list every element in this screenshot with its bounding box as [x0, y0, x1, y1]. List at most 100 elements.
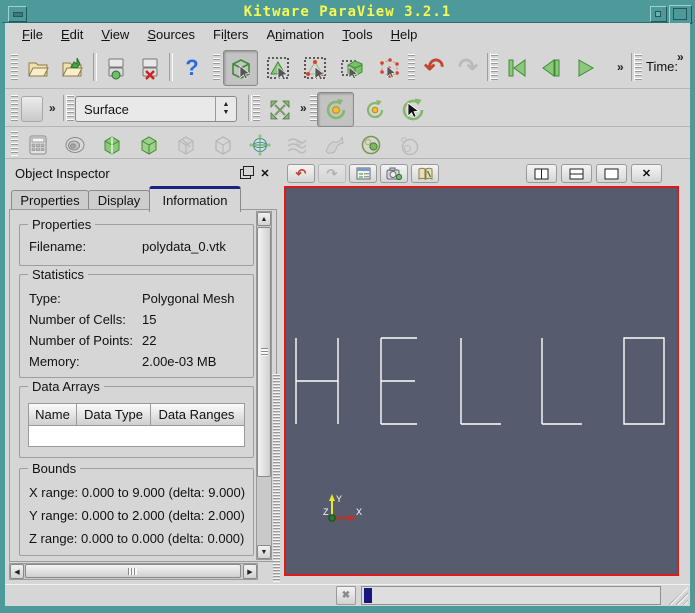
toolbar-grip[interactable]	[213, 54, 220, 81]
tab-properties[interactable]: Properties	[11, 190, 89, 210]
dock-close-button[interactable]: ✕	[257, 166, 273, 181]
toolbar-grip[interactable]	[310, 95, 317, 121]
camera-overflow-chevron[interactable]: »	[300, 101, 307, 115]
menu-tools[interactable]: Tools	[333, 25, 381, 44]
select-surface-cells-button[interactable]	[223, 50, 258, 86]
column-name[interactable]: Name	[29, 404, 77, 425]
menu-help[interactable]: Help	[382, 25, 427, 44]
y-range-row: Y range: 0.000 to 2.000 (delta: 2.000)	[29, 508, 245, 523]
toolbar-grip[interactable]	[67, 95, 74, 121]
split-view-horizontal-button[interactable]	[526, 164, 557, 183]
first-frame-icon	[505, 56, 529, 80]
contour-filter-button[interactable]	[59, 129, 91, 160]
ungroup-datasets-button[interactable]	[392, 129, 424, 160]
window-maximize-button[interactable]	[669, 5, 692, 24]
x-range-row: X range: 0.000 to 9.000 (delta: 9.000)	[29, 485, 245, 500]
render-viewport[interactable]: HELLO	[284, 186, 679, 576]
select-points-through-button[interactable]	[371, 50, 406, 86]
redo-icon: ↷	[458, 56, 478, 80]
menu-sources[interactable]: Sources	[138, 25, 204, 44]
column-data-ranges[interactable]: Data Ranges	[151, 404, 242, 425]
abort-progress-button[interactable]: ✖	[336, 586, 356, 605]
play-button[interactable]	[568, 51, 602, 85]
select-cells-on-button[interactable]	[260, 50, 295, 86]
toolbar-grip[interactable]	[253, 95, 260, 121]
toolbar-grip[interactable]	[635, 54, 642, 81]
clip-filter-button[interactable]	[96, 129, 128, 160]
dock-splitter-handle[interactable]	[273, 374, 280, 582]
camera-redo-button[interactable]: ↷	[318, 164, 346, 183]
undo-button[interactable]: ↶	[417, 51, 451, 85]
select-points-on-button[interactable]	[297, 50, 332, 86]
dock-float-button[interactable]	[237, 166, 253, 181]
select-cells-through-button[interactable]	[334, 50, 369, 86]
menu-file[interactable]: File	[13, 25, 52, 44]
panel-vertical-scrollbar[interactable]: ▲ ▼	[256, 211, 272, 560]
toolbar-grip[interactable]	[11, 131, 18, 156]
toolbar-grip[interactable]	[491, 54, 498, 81]
combobox-spinner-icon[interactable]: ▲▼	[215, 97, 236, 121]
adjust-camera-button[interactable]	[380, 164, 408, 183]
rotate-2d-mode-button[interactable]	[357, 92, 393, 127]
stream-tracer-filter-button[interactable]	[281, 129, 313, 160]
rotate-3d-mode-button[interactable]	[317, 92, 354, 127]
window-restore-button[interactable]	[650, 6, 667, 22]
menu-edit[interactable]: Edit	[52, 25, 92, 44]
calculator-icon	[27, 134, 49, 156]
horizontal-scroll-thumb[interactable]	[25, 564, 241, 578]
vcr-overflow-chevron[interactable]: »	[617, 60, 624, 74]
reset-camera-button[interactable]	[263, 93, 297, 126]
extract-subset-filter-button[interactable]	[207, 129, 239, 160]
camera-icon	[386, 167, 402, 180]
first-frame-button[interactable]	[500, 51, 534, 85]
toolbar-grip[interactable]	[408, 54, 415, 81]
connect-server-button[interactable]	[99, 51, 133, 85]
menu-view[interactable]: View	[92, 25, 138, 44]
scroll-down-button[interactable]: ▼	[257, 545, 271, 559]
redo-button[interactable]: ↷	[451, 51, 485, 85]
scroll-up-button[interactable]: ▲	[257, 212, 271, 226]
group-datasets-button[interactable]	[355, 129, 387, 160]
threshold-cube-icon	[175, 134, 197, 156]
close-view-button[interactable]: ✕	[631, 164, 662, 183]
representation-select[interactable]: Surface ▲▼	[75, 96, 237, 122]
colorby-overflow-chevron[interactable]: »	[49, 101, 56, 115]
panel-horizontal-scrollbar[interactable]: ◀ ▶	[9, 563, 258, 580]
camera-undo-button[interactable]: ↶	[287, 164, 315, 183]
scroll-right-button[interactable]: ▶	[243, 564, 257, 579]
edit-color-map-button[interactable]	[411, 164, 439, 183]
tab-information[interactable]: Information	[149, 186, 241, 212]
toolbar-grip[interactable]	[11, 54, 18, 81]
roll-camera-button[interactable]	[395, 92, 431, 127]
menu-filters[interactable]: Filters	[204, 25, 257, 44]
menu-bar: File Edit View Sources Filters Animation…	[5, 23, 690, 45]
window-resize-grip[interactable]	[668, 587, 688, 605]
open-file-button[interactable]	[21, 51, 55, 85]
scroll-left-button[interactable]: ◀	[10, 564, 24, 579]
color-by-button[interactable]	[21, 96, 43, 122]
dashed-triangle-cursor-icon	[265, 55, 291, 81]
column-data-type[interactable]: Data Type	[77, 404, 151, 425]
vertical-scroll-thumb[interactable]	[257, 227, 271, 477]
glyph-filter-button[interactable]	[244, 129, 276, 160]
edit-view-options-button[interactable]	[349, 164, 377, 183]
save-data-button[interactable]	[55, 51, 89, 85]
split-view-vertical-button[interactable]	[561, 164, 592, 183]
menu-animation[interactable]: Animation	[257, 25, 333, 44]
data-arrays-table[interactable]: Name Data Type Data Ranges	[28, 403, 245, 447]
time-overflow-chevron[interactable]: »	[677, 50, 684, 64]
tab-display[interactable]: Display	[88, 190, 150, 210]
threshold-filter-button[interactable]	[170, 129, 202, 160]
server-connect-icon	[104, 56, 128, 80]
toolbar-grip[interactable]	[11, 95, 18, 121]
previous-frame-button[interactable]	[534, 51, 568, 85]
calculator-filter-button[interactable]	[22, 129, 54, 160]
disconnect-server-button[interactable]	[133, 51, 167, 85]
dock-header[interactable]: Object Inspector ✕	[5, 162, 281, 186]
help-button[interactable]: ?	[175, 51, 209, 85]
warp-vector-filter-button[interactable]	[318, 129, 350, 160]
slice-filter-button[interactable]	[133, 129, 165, 160]
maximize-view-button[interactable]	[596, 164, 627, 183]
title-bar[interactable]: Kitware ParaView 3.2.1	[2, 2, 693, 23]
up-arrow-icon: ▲	[261, 216, 268, 223]
